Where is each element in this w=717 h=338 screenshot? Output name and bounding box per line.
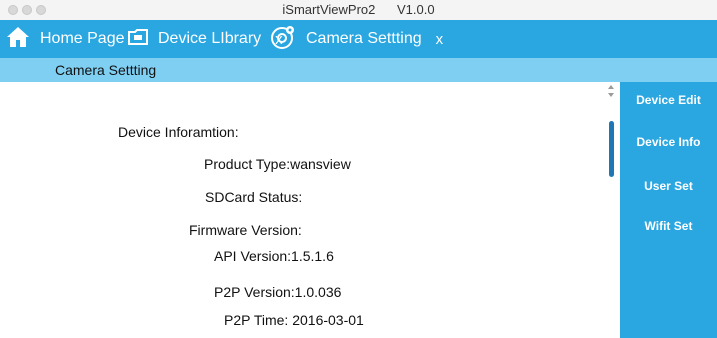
sidebar-item-wifi-set[interactable]: Wifit Set [620, 219, 717, 233]
scroll-up-arrow-icon[interactable] [607, 84, 615, 98]
api-version: API Version:1.5.1.6 [214, 248, 334, 264]
camera-settings-icon [270, 24, 296, 55]
home-icon [6, 26, 30, 53]
tab-device-library[interactable]: Device LIbrary x [128, 20, 283, 58]
settings-sidebar: Device Edit Device Info User Set Wifit S… [620, 82, 717, 338]
breadcrumb-label: Camera Settting [55, 62, 157, 78]
sidebar-item-device-info[interactable]: Device Info [620, 135, 717, 149]
device-library-icon [128, 28, 148, 50]
app-version: V1.0.0 [397, 2, 435, 17]
app-name: iSmartViewPro2 [282, 2, 376, 17]
scrollbar-thumb[interactable] [609, 121, 614, 177]
sidebar-item-user-set[interactable]: User Set [620, 179, 717, 193]
tab-device-library-label: Device LIbrary [158, 30, 262, 47]
window-titlebar: iSmartViewPro2 V1.0.0 [0, 0, 717, 21]
tab-camera-settings[interactable]: Camera Settting x [270, 20, 443, 58]
device-info-heading: Device Inforamtion: [118, 124, 239, 140]
p2p-time: P2P Time: 2016-03-01 [224, 312, 364, 328]
p2p-version: P2P Version:1.0.036 [214, 284, 342, 300]
product-type: Product Type:wansview [204, 156, 351, 172]
tab-camera-settings-close-button[interactable]: x [436, 31, 444, 48]
tab-home-page-label: Home Page [40, 30, 125, 47]
window-title: iSmartViewPro2 V1.0.0 [0, 2, 717, 17]
breadcrumb: Camera Settting [0, 58, 717, 82]
device-info-panel: Device Inforamtion: Product Type:wansvie… [0, 82, 612, 338]
tab-camera-settings-label: Camera Settting [306, 30, 422, 47]
sdcard-status: SDCard Status: [205, 189, 303, 205]
tab-bar: Home Page Device LIbrary x Camera Settti… [0, 20, 717, 58]
firmware-version: Firmware Version: [189, 222, 302, 238]
tab-home-page[interactable]: Home Page [6, 20, 125, 58]
sidebar-item-device-edit[interactable]: Device Edit [620, 93, 717, 107]
